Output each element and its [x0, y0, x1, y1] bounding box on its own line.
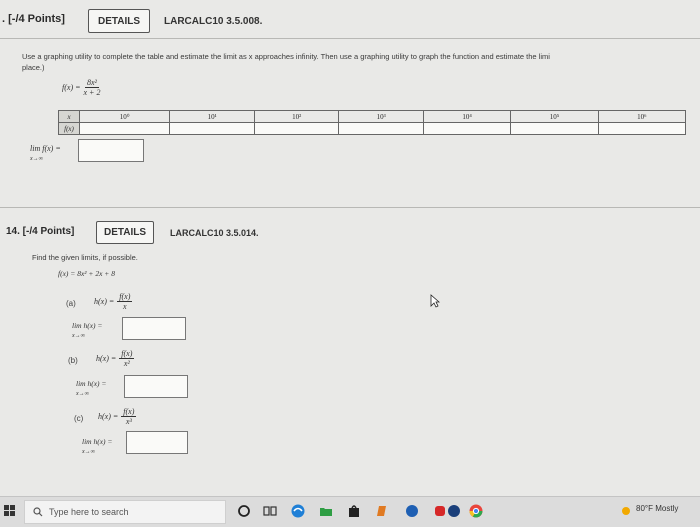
q14-part-a-function: h(x) = f(x) x	[94, 292, 133, 311]
q13-limit-subscript: x→∞	[30, 156, 43, 162]
q13-table-answer-cell[interactable]	[169, 122, 255, 135]
q14-part-a-denominator: x	[123, 302, 127, 311]
q13-values-table: x 10⁰ 10¹ 10² 10³ 10⁴ 10⁵ 10⁶ f(x)	[58, 110, 687, 135]
q13-points: . [-/4 Points]	[2, 13, 65, 25]
q14-part-b-fraction: f(x) x²	[119, 349, 135, 368]
q14-part-c-denominator: x³	[125, 417, 132, 426]
taskbar-search-placeholder: Type here to search	[49, 507, 129, 517]
q14-part-b-limit-text: lim h(x) =	[76, 379, 107, 388]
q14-part-a-numerator: f(x)	[117, 292, 133, 302]
q14-part-b-function: h(x) = f(x) x²	[96, 349, 135, 368]
q14-part-b-limit-subscript: x→∞	[76, 391, 89, 397]
q13-function: f(x) = 8x² x + 2	[62, 78, 100, 97]
q14-function: f(x) = 8x² + 2x + 8	[58, 269, 115, 278]
q13-table-f-row: f(x)	[58, 122, 687, 135]
q13-table-f-label: f(x)	[58, 122, 80, 135]
q13-table-answer-cell[interactable]	[338, 122, 424, 135]
file-explorer-icon[interactable]	[318, 503, 334, 519]
q13-function-denominator: x + 2	[83, 88, 101, 97]
q13-function-fraction: 8x² x + 2	[84, 78, 101, 97]
q14-part-b-lhs: h(x) =	[96, 354, 117, 363]
taskbar: Type here to search 80°F Mostly	[0, 496, 700, 527]
windows-start-icon[interactable]	[4, 505, 16, 517]
q14-part-a-lhs: h(x) =	[94, 297, 115, 306]
q13-table-x-row: x 10⁰ 10¹ 10² 10³ 10⁴ 10⁵ 10⁶	[58, 110, 687, 123]
q14-part-a-limit-subscript: x→∞	[72, 333, 85, 339]
q13-table-x-value: 10⁵	[510, 110, 599, 123]
q14-part-b-limit-label: lim h(x) = x→∞	[76, 379, 106, 399]
q14-details-button[interactable]: DETAILS	[96, 221, 154, 244]
q13-table-x-value: 10¹	[169, 110, 255, 123]
q13-table-x-label: x	[58, 110, 80, 123]
q14-part-c-fraction: f(x) x³	[121, 407, 137, 426]
q14-part-a-answer-box[interactable]	[122, 317, 186, 340]
q13-instruction: Use a graphing utility to complete the t…	[22, 51, 550, 73]
q14-instruction: Find the given limits, if possible.	[32, 253, 138, 262]
q13-table-answer-cell[interactable]	[510, 122, 599, 135]
q13-table-answer-cell[interactable]	[422, 122, 512, 135]
search-icon	[33, 507, 43, 517]
q14-part-c-numerator: f(x)	[121, 407, 137, 417]
q14-part-a-fraction: f(x) x	[117, 292, 133, 311]
q13-table-x-value: 10³	[338, 110, 424, 123]
q13-instruction-line2: place.)	[22, 63, 45, 72]
q14-part-c-limit-text: lim h(x) =	[82, 437, 113, 446]
q14-part-c-limit-label: lim h(x) = x→∞	[82, 437, 112, 457]
q14-part-a-limit-label: lim h(x) = x→∞	[72, 321, 102, 341]
q14-part-c-letter: (c)	[74, 414, 84, 423]
q14-part-c-function: h(x) = f(x) x³	[98, 407, 137, 426]
q14-part-c-lhs: h(x) =	[98, 412, 119, 421]
q13-table-x-value: 10²	[253, 110, 340, 123]
weather-icon[interactable]	[618, 503, 634, 519]
taskbar-search-box[interactable]: Type here to search	[24, 500, 226, 524]
edge-browser-icon[interactable]	[290, 503, 306, 519]
q14-points: 14. [-/4 Points]	[6, 226, 75, 237]
q14-part-b-denominator: x²	[123, 359, 130, 368]
q14-part-b-answer-box[interactable]	[124, 375, 188, 398]
q13-table-answer-cell[interactable]	[78, 122, 171, 135]
app-icon-orange[interactable]	[374, 503, 390, 519]
q13-function-numerator: 8x²	[85, 78, 99, 88]
q14-part-a-letter: (a)	[66, 299, 76, 308]
q13-limit-answer-box[interactable]	[78, 139, 144, 162]
q13-code: LARCALC10 3.5.008.	[164, 16, 263, 27]
q13-details-button[interactable]: DETAILS	[88, 9, 150, 33]
app-icon-dark-blue[interactable]	[446, 503, 462, 519]
q13-instruction-line1: Use a graphing utility to complete the t…	[22, 52, 550, 61]
q14-part-a-limit-text: lim h(x) =	[72, 321, 103, 330]
task-view-icon[interactable]	[262, 503, 278, 519]
app-icon-blue[interactable]	[404, 503, 420, 519]
section-divider	[0, 207, 700, 208]
q14-part-c-answer-box[interactable]	[126, 431, 188, 454]
store-icon[interactable]	[346, 503, 362, 519]
q14-part-b-letter: (b)	[68, 356, 78, 365]
q13-table-x-value: 10⁶	[597, 110, 687, 123]
cortana-icon[interactable]	[236, 503, 252, 519]
chrome-icon[interactable]	[468, 503, 484, 519]
weather-text[interactable]: 80°F Mostly	[636, 504, 678, 513]
q13-table-answer-cell[interactable]	[597, 122, 687, 135]
q14-code: LARCALC10 3.5.014.	[170, 228, 259, 238]
q14-part-b-numerator: f(x)	[119, 349, 135, 359]
q13-limit-label: lim f(x) = x→∞	[30, 144, 61, 164]
q13-table-x-value: 10⁴	[422, 110, 512, 123]
q13-divider	[0, 38, 700, 39]
q13-function-lhs: f(x) =	[62, 83, 81, 92]
q13-table-answer-cell[interactable]	[253, 122, 340, 135]
q13-limit-text: lim f(x) =	[30, 144, 61, 153]
q13-table-x-value: 10⁰	[78, 110, 171, 123]
mouse-cursor-icon	[430, 294, 440, 308]
q14-part-c-limit-subscript: x→∞	[82, 449, 95, 455]
